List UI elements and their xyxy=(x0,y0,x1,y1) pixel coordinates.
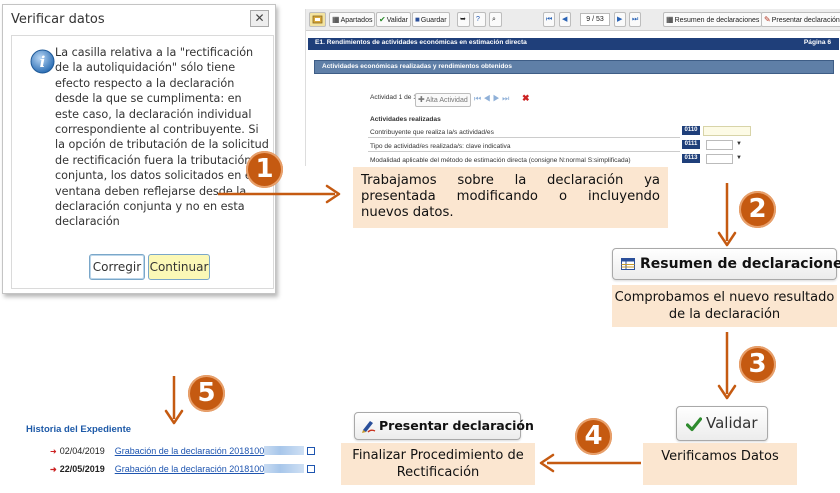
step-1-badge: 1 xyxy=(246,151,283,188)
external-link-icon[interactable] xyxy=(307,465,316,473)
presentar-label: Presentar declaración xyxy=(379,418,534,433)
step-2-badge: 2 xyxy=(739,191,776,228)
redacted-number xyxy=(264,446,305,455)
step-3-badge: 3 xyxy=(739,346,776,383)
validar-label: Validar xyxy=(706,414,758,432)
step-4-note: Finalizar Procedimiento de Rectificación xyxy=(341,443,535,485)
history-link[interactable]: Grabación de la declaración 2018100 xyxy=(115,464,265,474)
step-4-badge: 4 xyxy=(575,418,612,455)
step-5-badge: 5 xyxy=(188,375,225,412)
resumen-declaraciones-button[interactable]: Resumen de declaraciones xyxy=(612,248,840,280)
arrow-right-icon: ➜ xyxy=(50,465,57,474)
step-2-note: Comprobamos el nuevo resultado de la dec… xyxy=(612,285,837,327)
redacted-number xyxy=(264,464,305,473)
arrow-right-icon: ➜ xyxy=(50,447,57,456)
resumen-label: Resumen de declaraciones xyxy=(640,256,840,272)
table-icon xyxy=(621,258,635,270)
external-link-icon[interactable] xyxy=(307,447,316,455)
step-3-note: Verificamos Datos xyxy=(643,443,797,485)
check-icon xyxy=(686,417,702,432)
validar-button[interactable]: Validar xyxy=(676,406,768,441)
history-link[interactable]: Grabación de la declaración 2018100 xyxy=(115,446,265,456)
history-row: ➜ 22/05/2019 Grabación de la declaración 2… xyxy=(50,464,316,476)
history-row: ➜ 02/04/2019 Grabación de la declaración 2… xyxy=(50,446,316,458)
pen-icon xyxy=(362,421,376,433)
presentar-declaracion-button[interactable]: Presentar declaración xyxy=(354,412,534,440)
historia-expediente-title: Historia del Expediente xyxy=(26,424,132,435)
step-1-note: Trabajamos sobre la declaración ya prese… xyxy=(353,167,668,228)
